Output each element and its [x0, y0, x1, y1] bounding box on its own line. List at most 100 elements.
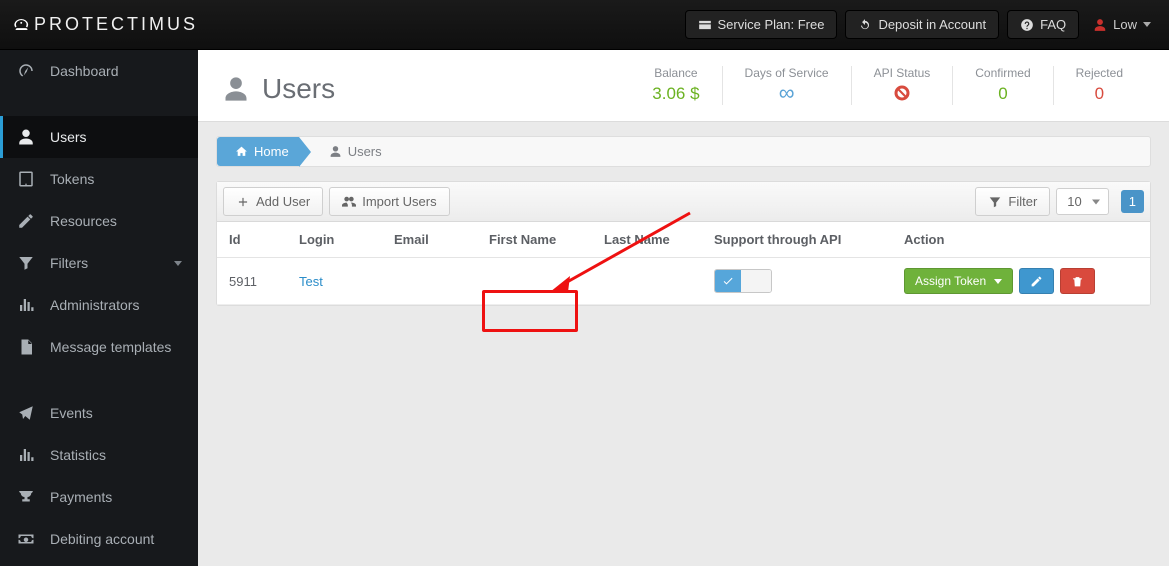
sidebar-item-payments[interactable]: Payments	[0, 476, 198, 518]
filter-button[interactable]: Filter	[975, 187, 1050, 216]
import-users-label: Import Users	[362, 194, 436, 209]
th-id[interactable]: Id	[217, 222, 287, 258]
sidebar-item-label: Tokens	[50, 171, 94, 187]
chevron-down-icon	[1143, 22, 1151, 27]
th-email[interactable]: Email	[382, 222, 477, 258]
user-icon	[16, 128, 36, 146]
sidebar-item-events[interactable]: Events	[0, 392, 198, 434]
refresh-icon	[858, 18, 872, 32]
assign-token-button[interactable]: Assign Token	[904, 268, 1013, 294]
sidebar-item-label: Filters	[50, 255, 88, 271]
breadcrumb: Home Users	[216, 136, 1151, 167]
cell-last	[592, 258, 702, 305]
balance-value: 3.06 $	[652, 84, 699, 104]
faq-label: FAQ	[1040, 17, 1066, 32]
trophy-icon	[16, 488, 36, 506]
check-icon	[722, 275, 734, 287]
import-users-button[interactable]: Import Users	[329, 187, 449, 216]
confirmed-label: Confirmed	[975, 66, 1030, 80]
sidebar-item-label: Payments	[50, 489, 112, 505]
sidebar-item-users[interactable]: Users	[0, 116, 198, 158]
filter-label: Filter	[1008, 194, 1037, 209]
users-table: Id Login Email First Name Last Name Supp…	[217, 222, 1150, 305]
sidebar-item-administrators[interactable]: Administrators	[0, 284, 198, 326]
service-plan-button[interactable]: Service Plan: Free	[685, 10, 838, 39]
sidebar-item-label: Users	[50, 129, 87, 145]
breadcrumb-home-label: Home	[254, 144, 289, 159]
edit-icon	[16, 212, 36, 230]
brand-logo-icon	[10, 8, 30, 42]
add-user-button[interactable]: Add User	[223, 187, 323, 216]
rejected-label: Rejected	[1076, 66, 1123, 80]
sidebar-item-tokens[interactable]: Tokens	[0, 158, 198, 200]
brand[interactable]: PROTECTIMUS	[0, 8, 198, 42]
balance-label: Balance	[652, 66, 699, 80]
sidebar-item-label: Resources	[50, 213, 117, 229]
service-plan-label: Service Plan: Free	[718, 17, 825, 32]
funnel-icon	[988, 195, 1002, 209]
api-label: API Status	[874, 66, 931, 80]
breadcrumb-current-label: Users	[348, 144, 382, 159]
chevron-down-icon	[174, 261, 182, 266]
cell-first	[477, 258, 592, 305]
breadcrumb-home[interactable]: Home	[217, 137, 299, 166]
trash-icon	[1071, 275, 1084, 288]
sidebar-item-filters[interactable]: Filters	[0, 242, 198, 284]
sidebar: Dashboard Users Tokens Resources Filters…	[0, 50, 198, 566]
tablet-icon	[16, 170, 36, 188]
chevron-down-icon	[994, 279, 1002, 284]
page-number[interactable]: 1	[1121, 190, 1144, 213]
page-title: Users	[262, 73, 335, 105]
th-first[interactable]: First Name	[477, 222, 592, 258]
edit-icon	[1030, 275, 1043, 288]
sidebar-item-statistics[interactable]: Statistics	[0, 434, 198, 476]
infinity-icon: ∞	[745, 84, 829, 102]
user-icon	[1093, 18, 1107, 32]
api-toggle[interactable]	[714, 269, 772, 293]
user-name: Low	[1113, 17, 1137, 32]
sidebar-item-resources[interactable]: Resources	[0, 200, 198, 242]
sidebar-item-label: Debiting account	[50, 531, 154, 547]
deposit-button[interactable]: Deposit in Account	[845, 10, 999, 39]
sidebar-item-dashboard[interactable]: Dashboard	[0, 50, 198, 92]
table-row: 5911 Test	[217, 258, 1150, 305]
days-label: Days of Service	[745, 66, 829, 80]
th-login[interactable]: Login	[287, 222, 382, 258]
funnel-icon	[16, 254, 36, 272]
cell-id: 5911	[217, 258, 287, 305]
edit-row-button[interactable]	[1019, 268, 1054, 294]
delete-row-button[interactable]	[1060, 268, 1095, 294]
th-api[interactable]: Support through API	[702, 222, 892, 258]
sidebar-item-label: Message templates	[50, 339, 171, 355]
sidebar-item-debiting-account[interactable]: Debiting account	[0, 518, 198, 560]
user-icon	[222, 75, 250, 103]
dashboard-icon	[16, 62, 36, 80]
assign-token-label: Assign Token	[915, 274, 986, 288]
add-user-label: Add User	[256, 194, 310, 209]
cell-email	[382, 258, 477, 305]
sidebar-item-message-templates[interactable]: Message templates	[0, 326, 198, 368]
doc-icon	[16, 338, 36, 356]
login-link[interactable]: Test	[299, 274, 323, 289]
faq-button[interactable]: FAQ	[1007, 10, 1079, 39]
breadcrumb-current: Users	[311, 137, 396, 166]
th-action: Action	[892, 222, 1150, 258]
bars-icon	[16, 296, 36, 314]
user-icon	[329, 145, 342, 158]
cash-icon	[16, 530, 36, 548]
confirmed-value: 0	[975, 84, 1030, 104]
page-size-select[interactable]: 10	[1056, 188, 1108, 215]
ban-icon	[874, 84, 931, 105]
card-icon	[698, 18, 712, 32]
bullhorn-icon	[16, 404, 36, 422]
sidebar-item-label: Events	[50, 405, 93, 421]
bars-icon	[16, 446, 36, 464]
rejected-value: 0	[1076, 84, 1123, 104]
deposit-label: Deposit in Account	[878, 17, 986, 32]
home-icon	[235, 145, 248, 158]
question-icon	[1020, 18, 1034, 32]
user-menu-button[interactable]: Low	[1093, 17, 1151, 32]
sidebar-item-label: Statistics	[50, 447, 106, 463]
users-icon	[342, 195, 356, 209]
th-last[interactable]: Last Name	[592, 222, 702, 258]
